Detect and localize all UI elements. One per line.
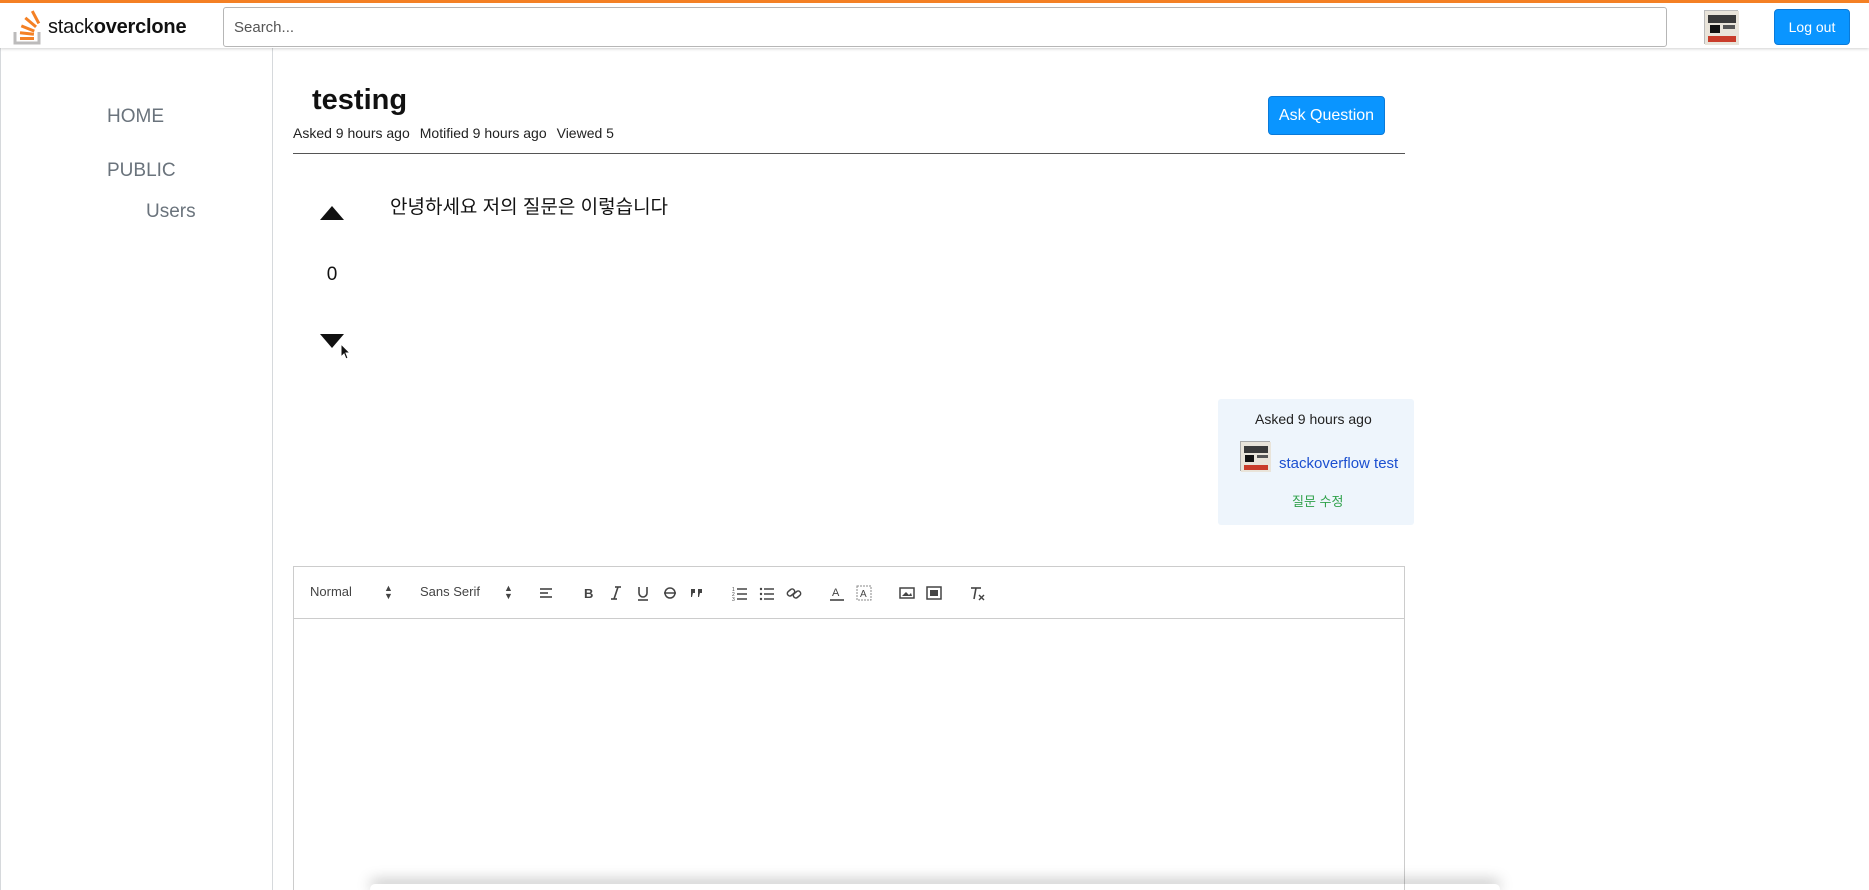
bold-icon[interactable]: B	[580, 584, 598, 602]
answer-editor: Normal ▲ ▼ Sans Serif ▲ ▼ B 1 2 3 A A	[293, 566, 1405, 890]
sidebar-section-public: PUBLIC	[107, 160, 176, 181]
text-color-icon[interactable]: A	[828, 584, 846, 602]
clear-format-icon[interactable]	[968, 584, 986, 602]
edit-question-link[interactable]: 질문 수정	[1292, 491, 1343, 510]
site-logo[interactable]: stackoverclone	[12, 7, 187, 47]
header-divider	[293, 153, 1405, 154]
video-icon[interactable]	[925, 584, 943, 602]
upvote-icon[interactable]	[320, 206, 344, 220]
question-meta: Asked 9 hours ago Motified 9 hours ago V…	[293, 125, 614, 141]
asked-time: Asked 9 hours ago	[293, 125, 410, 141]
link-icon[interactable]	[785, 584, 803, 602]
header-format-select[interactable]: Normal ▲ ▼	[310, 583, 393, 601]
select-arrows-icon: ▲ ▼	[384, 583, 393, 601]
sidebar-item-home[interactable]: HOME	[107, 106, 164, 128]
header-format-value: Normal	[310, 584, 352, 599]
modified-time: Motified 9 hours ago	[419, 125, 547, 141]
question-title: testing	[312, 84, 408, 116]
background-color-icon[interactable]: A	[855, 584, 873, 602]
bottom-popup-edge	[370, 884, 1500, 890]
editor-toolbar: Normal ▲ ▼ Sans Serif ▲ ▼ B 1 2 3 A A	[294, 567, 1404, 619]
svg-text:A: A	[860, 589, 867, 600]
owner-name-link[interactable]: stackoverflow test	[1279, 455, 1398, 472]
owner-avatar[interactable]	[1240, 441, 1271, 472]
view-count: Viewed 5	[556, 125, 614, 141]
ordered-list-icon[interactable]: 1 2 3	[731, 584, 749, 602]
svg-text:B: B	[584, 586, 593, 601]
font-select[interactable]: Sans Serif ▲ ▼	[420, 583, 514, 601]
user-avatar[interactable]	[1704, 10, 1739, 45]
underline-icon[interactable]	[634, 584, 652, 602]
strike-icon[interactable]	[661, 584, 679, 602]
question-body: 안녕하세요 저의 질문은 이렇습니다	[390, 197, 669, 218]
svg-text:3: 3	[732, 597, 735, 602]
blockquote-icon[interactable]	[688, 584, 706, 602]
mouse-cursor-icon	[340, 343, 352, 360]
italic-icon[interactable]	[607, 584, 625, 602]
select-arrows-icon: ▲ ▼	[504, 583, 513, 601]
search-input[interactable]	[223, 7, 1667, 47]
left-sidebar: HOME PUBLIC Users	[0, 48, 273, 890]
top-bar: stackoverclone Log out	[0, 0, 1869, 48]
vote-count: 0	[326, 264, 338, 285]
sidebar-item-users[interactable]: Users	[146, 201, 196, 223]
ask-question-button[interactable]: Ask Question	[1268, 96, 1385, 135]
bullet-list-icon[interactable]	[758, 584, 776, 602]
editor-text-area[interactable]	[294, 620, 1404, 890]
logout-button[interactable]: Log out	[1774, 9, 1850, 45]
avatar-image-icon	[1705, 11, 1739, 45]
stack-logo-icon	[13, 10, 41, 45]
font-value: Sans Serif	[420, 584, 480, 599]
owner-avatar-icon	[1241, 442, 1271, 472]
image-icon[interactable]	[898, 584, 916, 602]
align-left-icon[interactable]	[537, 584, 555, 602]
owner-card: Asked 9 hours ago stackoverflow test 질문 …	[1218, 399, 1414, 525]
logo-text: stackoverclone	[48, 15, 187, 38]
owner-asked-time: Asked 9 hours ago	[1255, 411, 1372, 427]
svg-text:A: A	[832, 587, 840, 599]
